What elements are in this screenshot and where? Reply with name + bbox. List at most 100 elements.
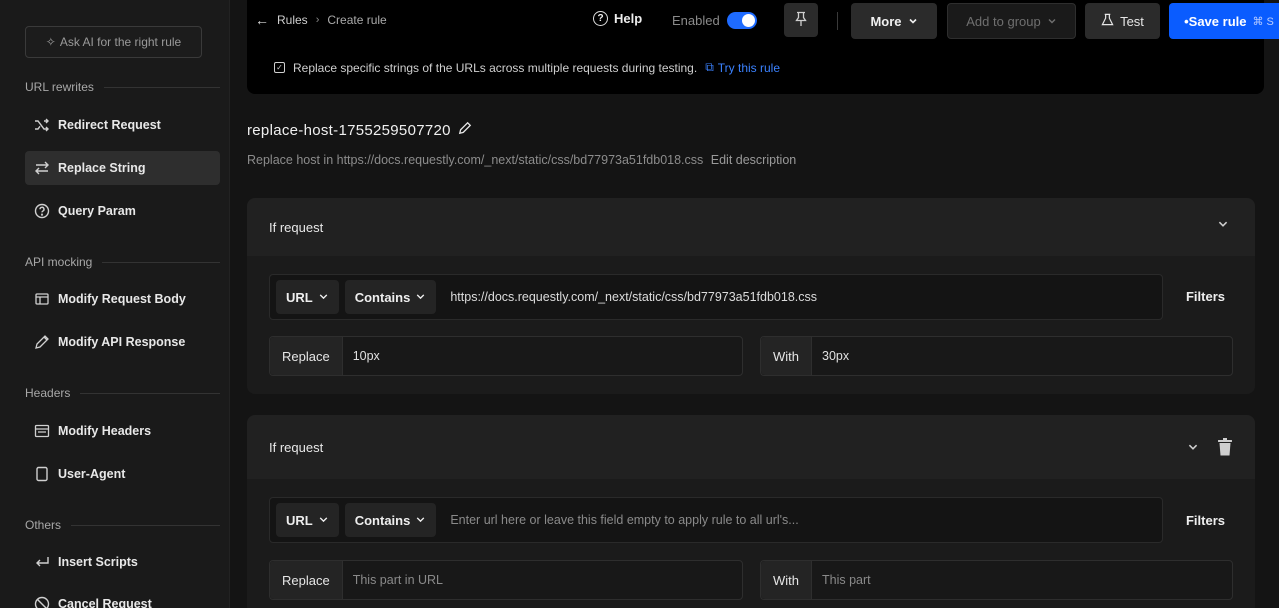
sidebar-item-label: Modify API Response [58, 335, 186, 349]
chevron-down-icon[interactable] [1187, 441, 1199, 456]
replace-icon [34, 160, 50, 176]
help-button[interactable]: ? Help [593, 11, 642, 26]
test-label: Test [1120, 13, 1144, 29]
sidebar-item-insert-scripts[interactable]: Insert Scripts [25, 545, 220, 579]
url-type-select[interactable]: URL [276, 280, 339, 314]
enabled-label: Enabled [672, 13, 720, 28]
sidebar-item-modify-request-body[interactable]: Modify Request Body [25, 282, 220, 316]
edit-description-link[interactable]: Edit description [711, 153, 796, 167]
rule-description-text: Replace host in https://docs.requestly.c… [247, 153, 704, 167]
return-arrow-icon [34, 554, 50, 570]
condition-card: If request URL Contains https://docs.req… [247, 198, 1255, 394]
pencil-icon [34, 334, 50, 350]
condition-card: If request URL Contains Enter url here o… [247, 415, 1255, 608]
url-input[interactable]: https://docs.requestly.com/_next/static/… [450, 290, 817, 304]
breadcrumb-current: Create rule [327, 13, 387, 27]
add-to-group-select[interactable]: Add to group [947, 3, 1076, 39]
with-input[interactable]: 30px [812, 349, 849, 363]
chevron-down-icon [415, 513, 426, 528]
section-label: URL rewrites [25, 80, 94, 94]
sidebar-item-cancel-request[interactable]: Cancel Request [25, 587, 220, 608]
ask-ai-label: Ask AI for the right rule [59, 35, 182, 49]
cancel-icon [34, 596, 50, 608]
chevron-down-icon [415, 290, 426, 305]
ask-ai-button[interactable]: ✧ Ask AI for the right rule [25, 26, 202, 58]
more-button[interactable]: More [851, 3, 937, 39]
sparkle-icon: ✧ [45, 35, 56, 49]
sidebar-item-label: Cancel Request [58, 597, 152, 608]
trash-icon[interactable] [1217, 438, 1233, 459]
pin-button[interactable] [784, 3, 818, 37]
rule-name[interactable]: replace-host-1755259507720 [247, 121, 472, 139]
try-rule-link[interactable]: ⧉ Try this rule [705, 60, 780, 75]
section-headers: Headers [25, 386, 220, 400]
rule-type-description-text: Replace specific strings of the URLs acr… [293, 60, 698, 75]
save-label: •Save rule [1184, 13, 1247, 29]
sidebar-item-label: Modify Headers [58, 424, 152, 438]
add-to-group-label: Add to group [966, 13, 1041, 29]
operator-label: Contains [354, 289, 411, 305]
chevron-down-icon[interactable] [1217, 218, 1229, 233]
pencil-icon[interactable] [458, 121, 472, 139]
sidebar-item-replace-string[interactable]: Replace String [25, 151, 220, 185]
device-icon [34, 466, 50, 482]
rule-header-bar: ← Rules › Create rule ? Help Enabled Mor… [247, 0, 1279, 94]
replace-input[interactable]: 10px [343, 349, 380, 363]
back-arrow-icon[interactable]: ← [255, 12, 269, 28]
with-label: With [761, 337, 812, 375]
url-type-select[interactable]: URL [276, 503, 339, 537]
toolbar-divider [837, 12, 838, 30]
url-type-label: URL [286, 289, 313, 305]
with-label: With [761, 561, 812, 599]
condition-header[interactable]: If request [247, 198, 1255, 256]
flask-icon [1101, 13, 1114, 29]
with-input[interactable]: This part [812, 573, 871, 587]
breadcrumb-separator: › [315, 14, 320, 26]
question-circle-icon [34, 203, 50, 219]
chevron-down-icon [318, 513, 329, 528]
headers-icon [34, 423, 50, 439]
url-condition-row: URL Contains https://docs.requestly.com/… [269, 274, 1163, 320]
enabled-toggle-group: Enabled [672, 12, 757, 29]
sidebar-item-label: Redirect Request [58, 118, 161, 132]
enabled-toggle[interactable] [726, 12, 757, 29]
breadcrumb: ← Rules › Create rule [255, 12, 387, 28]
filters-button[interactable]: Filters [1186, 289, 1225, 304]
operator-select[interactable]: Contains [344, 503, 437, 537]
sidebar-item-query-param[interactable]: Query Param [25, 194, 220, 228]
request-body-icon [34, 291, 50, 307]
help-icon: ? [593, 11, 608, 26]
replace-field[interactable]: Replace 10px [269, 336, 743, 376]
sidebar-item-label: Modify Request Body [58, 292, 186, 306]
pin-icon [794, 11, 808, 30]
test-button[interactable]: Test [1085, 3, 1160, 39]
section-api-mocking: API mocking [25, 255, 220, 269]
sidebar-item-modify-headers[interactable]: Modify Headers [25, 414, 220, 448]
rule-type-description: ✓ Replace specific strings of the URLs a… [274, 60, 780, 75]
replace-field[interactable]: Replace This part in URL [269, 560, 743, 600]
operator-label: Contains [354, 512, 411, 528]
with-field[interactable]: With This part [760, 560, 1233, 600]
sidebar-item-redirect-request[interactable]: Redirect Request [25, 108, 220, 142]
sidebar-item-modify-api-response[interactable]: Modify API Response [25, 325, 220, 359]
section-label: API mocking [25, 255, 93, 269]
url-type-label: URL [286, 512, 313, 528]
redirect-icon [34, 117, 50, 133]
replace-input[interactable]: This part in URL [343, 573, 443, 587]
try-rule-label: Try this rule [717, 60, 780, 75]
external-link-icon: ⧉ [705, 60, 714, 74]
sidebar-item-label: Insert Scripts [58, 555, 138, 569]
sidebar-item-user-agent[interactable]: User-Agent [25, 457, 220, 491]
filters-button[interactable]: Filters [1186, 513, 1225, 528]
url-input[interactable]: Enter url here or leave this field empty… [450, 513, 798, 527]
help-label: Help [614, 11, 643, 26]
condition-header[interactable]: If request [247, 415, 1255, 479]
operator-select[interactable]: Contains [344, 280, 437, 314]
with-field[interactable]: With 30px [760, 336, 1233, 376]
save-rule-button[interactable]: •Save rule ⌘ S [1169, 3, 1279, 39]
breadcrumb-rules[interactable]: Rules [277, 13, 308, 27]
sidebar-item-label: Replace String [58, 161, 146, 175]
check-icon: ✓ [274, 62, 285, 73]
sidebar-item-label: User-Agent [58, 467, 126, 481]
chevron-down-icon [1047, 14, 1057, 29]
